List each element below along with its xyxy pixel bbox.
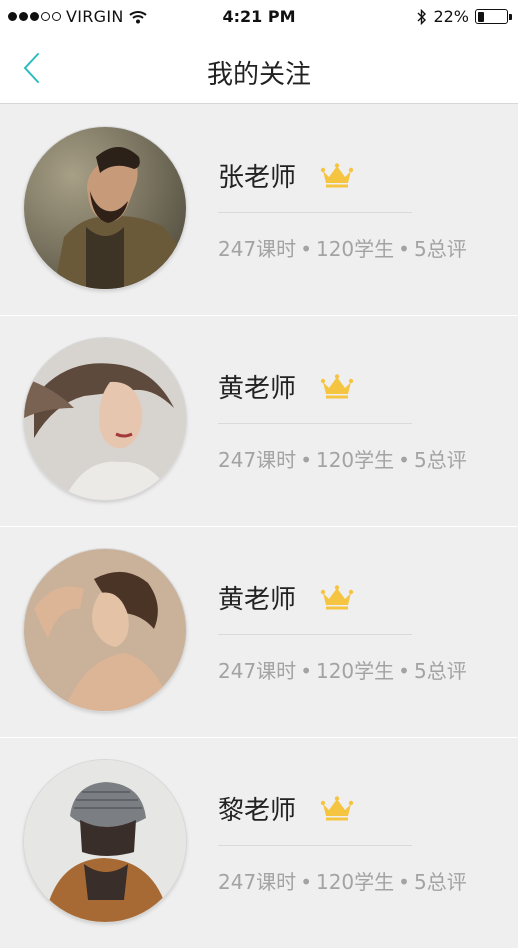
teacher-stats: 247课时 • 120学生 • 5总评 (218, 233, 467, 262)
avatar-bearded-man[interactable] (24, 127, 186, 289)
stat-separator: • (398, 237, 410, 261)
avatar-windswept-hair-woman[interactable] (24, 338, 186, 500)
crown-icon (320, 163, 354, 188)
stat-separator: • (398, 448, 410, 472)
status-right: 22% (417, 7, 512, 26)
battery-icon (475, 9, 512, 24)
reviews-count: 5总评 (413, 870, 467, 894)
status-bar: VIRGIN 4:21 PM 22% (0, 0, 518, 36)
teacher-list: 张老师 247课时 • 120学生 • 5总评 黄老师 247课时 • 120学… (0, 105, 518, 949)
reviews-count: 5总评 (413, 448, 467, 472)
row-divider (218, 845, 412, 846)
students-count: 120学生 (315, 237, 395, 261)
stat-separator: • (300, 448, 312, 472)
stat-separator: • (398, 870, 410, 894)
avatar-profile-woman[interactable] (24, 549, 186, 711)
page-title: 我的关注 (206, 60, 311, 90)
row-divider (218, 423, 412, 424)
teacher-row[interactable]: 黎老师 247课时 • 120学生 • 5总评 (0, 738, 518, 949)
crown-icon (320, 796, 354, 821)
stat-separator: • (398, 659, 410, 683)
lessons-count: 247课时 (218, 448, 297, 472)
stat-separator: • (300, 659, 312, 683)
students-count: 120学生 (315, 448, 395, 472)
teacher-stats: 247课时 • 120学生 • 5总评 (218, 655, 467, 684)
teacher-stats: 247课时 • 120学生 • 5总评 (218, 866, 467, 895)
reviews-count: 5总评 (413, 659, 467, 683)
teacher-row[interactable]: 黄老师 247课时 • 120学生 • 5总评 (0, 316, 518, 527)
teacher-name: 黄老师 (218, 374, 297, 404)
crown-icon (320, 374, 354, 399)
row-divider (218, 634, 412, 635)
bluetooth-icon (417, 8, 427, 25)
row-divider (218, 212, 412, 213)
teacher-name: 黄老师 (218, 585, 297, 615)
stat-separator: • (300, 870, 312, 894)
lessons-count: 247课时 (218, 659, 297, 683)
students-count: 120学生 (315, 870, 395, 894)
battery-percent: 22% (433, 7, 469, 26)
stat-separator: • (300, 237, 312, 261)
crown-icon (320, 585, 354, 610)
teacher-stats: 247课时 • 120学生 • 5总评 (218, 444, 467, 473)
students-count: 120学生 (315, 659, 395, 683)
avatar-beanie-person[interactable] (24, 760, 186, 922)
teacher-name: 张老师 (218, 163, 297, 193)
teacher-row[interactable]: 黄老师 247课时 • 120学生 • 5总评 (0, 527, 518, 738)
lessons-count: 247课时 (218, 870, 297, 894)
teacher-row[interactable]: 张老师 247课时 • 120学生 • 5总评 (0, 105, 518, 316)
lessons-count: 247课时 (218, 237, 297, 261)
teacher-name: 黎老师 (218, 796, 297, 826)
nav-bar: 我的关注 (0, 36, 518, 104)
reviews-count: 5总评 (413, 237, 467, 261)
